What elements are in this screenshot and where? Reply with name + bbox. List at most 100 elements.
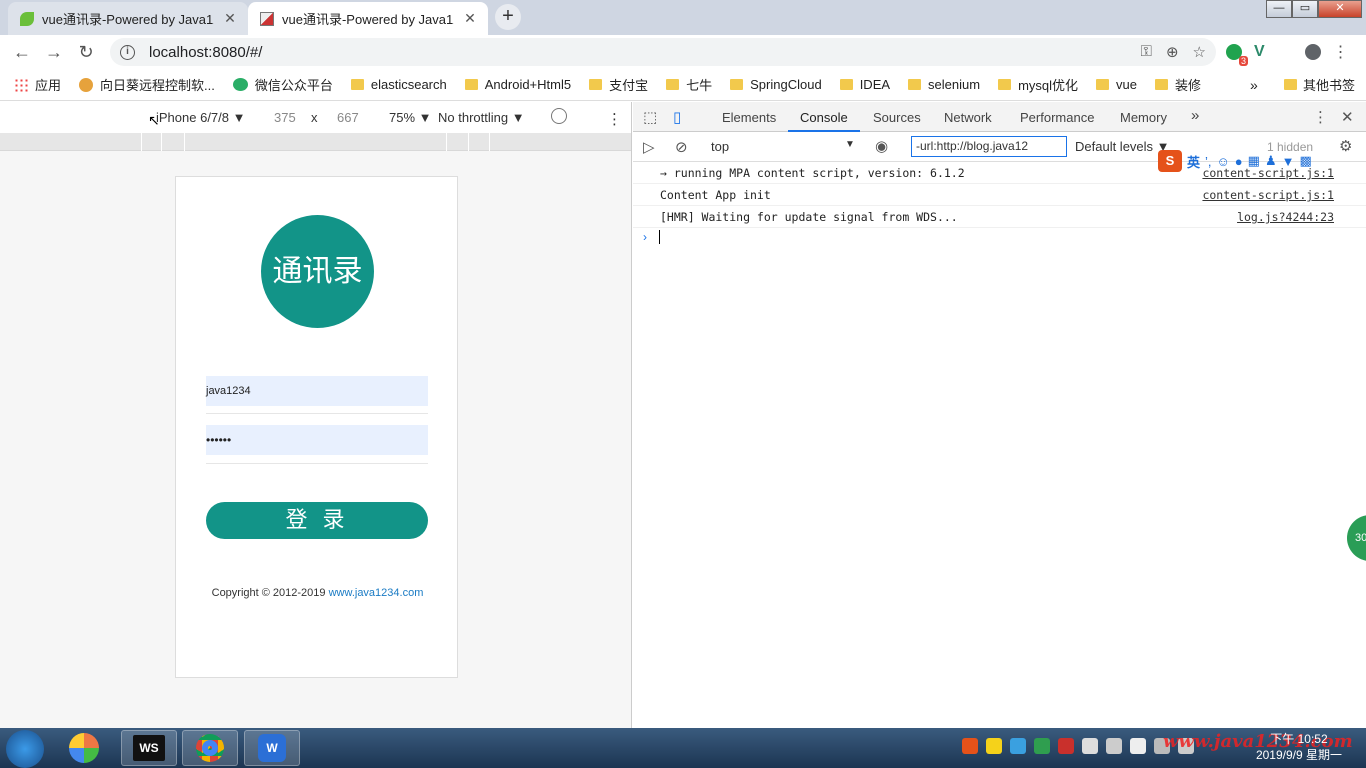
- throttling-select[interactable]: No throttling ▼: [438, 110, 525, 125]
- more-tabs-button[interactable]: »: [1191, 107, 1199, 124]
- media-query-ruler[interactable]: [0, 133, 631, 151]
- tab-elements[interactable]: Elements: [722, 110, 776, 125]
- bookmarks-overflow-button[interactable]: »: [1250, 77, 1258, 93]
- sogou-tray-icon[interactable]: [962, 738, 978, 754]
- ime-language-toggle[interactable]: 英: [1187, 152, 1200, 171]
- forward-button[interactable]: →: [38, 42, 70, 63]
- skin-shirt-icon[interactable]: ▼: [1282, 154, 1295, 169]
- bookmark-folder[interactable]: elasticsearch: [350, 77, 447, 92]
- tray-plus-icon[interactable]: [986, 738, 1002, 754]
- height-input[interactable]: 667: [337, 110, 359, 125]
- tray-red-icon[interactable]: [1058, 738, 1074, 754]
- tab-sources[interactable]: Sources: [873, 110, 921, 125]
- url-text[interactable]: localhost:8080/#/: [149, 44, 262, 61]
- bookmark-folder[interactable]: Android+Html5: [464, 77, 571, 92]
- console-input-caret[interactable]: [659, 230, 660, 244]
- inspect-element-icon[interactable]: ⬚: [643, 108, 657, 126]
- clear-console-icon[interactable]: ⊘: [675, 138, 688, 156]
- bookmark-apps[interactable]: 应用: [14, 75, 61, 94]
- back-button[interactable]: ←: [6, 42, 38, 63]
- user-icon[interactable]: ♟: [1265, 153, 1277, 169]
- chrome-taskbar-button[interactable]: [182, 730, 238, 766]
- tab-network[interactable]: Network: [944, 110, 992, 125]
- folder-icon: [1284, 79, 1297, 90]
- tab-performance[interactable]: Performance: [1020, 110, 1094, 125]
- sidebar-toggle-icon[interactable]: ▷: [643, 138, 655, 156]
- browser-tab-2[interactable]: vue通讯录-Powered by Java12 ✕: [248, 2, 488, 35]
- wps-taskbar-button[interactable]: W: [244, 730, 300, 766]
- bookmark-folder[interactable]: IDEA: [839, 77, 891, 92]
- close-window-button[interactable]: ✕: [1318, 0, 1362, 18]
- keyboard-icon[interactable]: ▦: [1248, 153, 1260, 169]
- tab-console[interactable]: Console: [800, 110, 848, 125]
- taskbar-app-icon[interactable]: [56, 730, 112, 766]
- punctuation-icon[interactable]: ’,: [1205, 154, 1212, 169]
- bookmark-wechat[interactable]: 微信公众平台: [232, 75, 333, 94]
- new-tab-button[interactable]: +: [495, 4, 521, 30]
- address-bar[interactable]: i localhost:8080/#/ ⚿ ⊕ ☆: [110, 38, 1216, 66]
- width-input[interactable]: 375: [274, 110, 296, 125]
- bookmark-folder[interactable]: selenium: [908, 77, 980, 92]
- login-button[interactable]: 登 录: [206, 502, 428, 539]
- tab-close-icon[interactable]: ✕: [462, 10, 478, 27]
- console-settings-gear-icon[interactable]: ⚙: [1339, 137, 1352, 155]
- devtools-close-icon[interactable]: ✕: [1341, 108, 1354, 126]
- tray-cube-icon[interactable]: [1010, 738, 1026, 754]
- bookmark-remote[interactable]: 向日葵远程控制软...: [79, 75, 215, 94]
- maximize-button[interactable]: ▭: [1292, 0, 1318, 18]
- usb-icon[interactable]: [1082, 738, 1098, 754]
- reload-button[interactable]: ↻: [70, 42, 102, 63]
- live-expression-eye-icon[interactable]: ◉: [875, 137, 888, 155]
- tab-memory[interactable]: Memory: [1120, 110, 1167, 125]
- sogou-ime-icon[interactable]: S: [1158, 150, 1182, 172]
- wps-icon: W: [258, 734, 286, 762]
- key-icon[interactable]: ⚿: [1141, 43, 1152, 61]
- console-source-link[interactable]: content-script.js:1: [1202, 188, 1334, 202]
- tab-close-icon[interactable]: ✕: [222, 10, 238, 27]
- extension-badge: 3: [1238, 56, 1248, 66]
- bookmark-star-icon[interactable]: ☆: [1193, 43, 1206, 61]
- taskbar-clock[interactable]: 下午 10:52 2019/9/9 星期一: [1256, 731, 1342, 763]
- microphone-icon[interactable]: ●: [1235, 154, 1243, 169]
- bookmark-label: selenium: [928, 77, 981, 92]
- bookmark-label: IDEA: [859, 77, 891, 92]
- bookmark-folder[interactable]: SpringCloud: [730, 77, 822, 92]
- minimize-button[interactable]: —: [1266, 0, 1292, 18]
- webstorm-taskbar-button[interactable]: WS: [121, 730, 177, 766]
- log-levels-select[interactable]: Default levels ▼: [1075, 139, 1170, 154]
- bookmark-folder[interactable]: mysql优化: [998, 75, 1078, 94]
- console-message: [HMR] Waiting for update signal from WDS…: [633, 206, 1366, 228]
- username-input[interactable]: java1234: [206, 376, 428, 406]
- zoom-icon[interactable]: ⊕: [1166, 43, 1179, 61]
- password-input[interactable]: ••••••: [206, 425, 428, 455]
- vue-devtools-icon[interactable]: V: [1254, 43, 1265, 61]
- other-bookmarks[interactable]: 其他书签: [1284, 75, 1355, 94]
- bookmark-folder[interactable]: 七牛: [666, 75, 712, 94]
- device-toggle-icon[interactable]: ▯: [673, 108, 681, 126]
- context-select[interactable]: top: [711, 139, 855, 154]
- devtools-menu-icon[interactable]: ⋮: [1313, 108, 1328, 126]
- device-menu-icon[interactable]: ⋮: [607, 110, 622, 128]
- console-filter-input[interactable]: -url:http://blog.java12: [911, 136, 1067, 157]
- rotate-icon[interactable]: [551, 108, 567, 124]
- bookmark-folder[interactable]: 支付宝: [589, 75, 648, 94]
- toolbox-grid-icon[interactable]: ▩: [1299, 153, 1311, 169]
- shield-icon[interactable]: [1034, 738, 1050, 754]
- bookmark-folder[interactable]: vue: [1096, 77, 1137, 92]
- profile-icon[interactable]: [1304, 44, 1321, 60]
- copyright-link[interactable]: www.java1234.com: [329, 587, 424, 599]
- apps-grid-icon: [14, 77, 28, 92]
- bookmark-folder[interactable]: 装修: [1154, 75, 1201, 94]
- zoom-select[interactable]: 75% ▼: [389, 110, 432, 125]
- emoji-icon[interactable]: ☺: [1217, 154, 1230, 169]
- menu-icon[interactable]: ⋮: [1333, 42, 1349, 62]
- browser-tab-1[interactable]: vue通讯录-Powered by Java12 ✕: [8, 2, 248, 35]
- tray-tool-icon[interactable]: [1106, 738, 1122, 754]
- device-select[interactable]: iPhone 6/7/8 ▼: [156, 110, 245, 125]
- start-button[interactable]: [6, 730, 44, 768]
- flag-icon[interactable]: [1130, 738, 1146, 754]
- extension-icon[interactable]: 3: [1226, 44, 1248, 66]
- console-source-link[interactable]: log.js?4244:23: [1237, 210, 1334, 224]
- image-favicon-icon: [260, 11, 274, 26]
- site-info-icon[interactable]: i: [120, 44, 135, 60]
